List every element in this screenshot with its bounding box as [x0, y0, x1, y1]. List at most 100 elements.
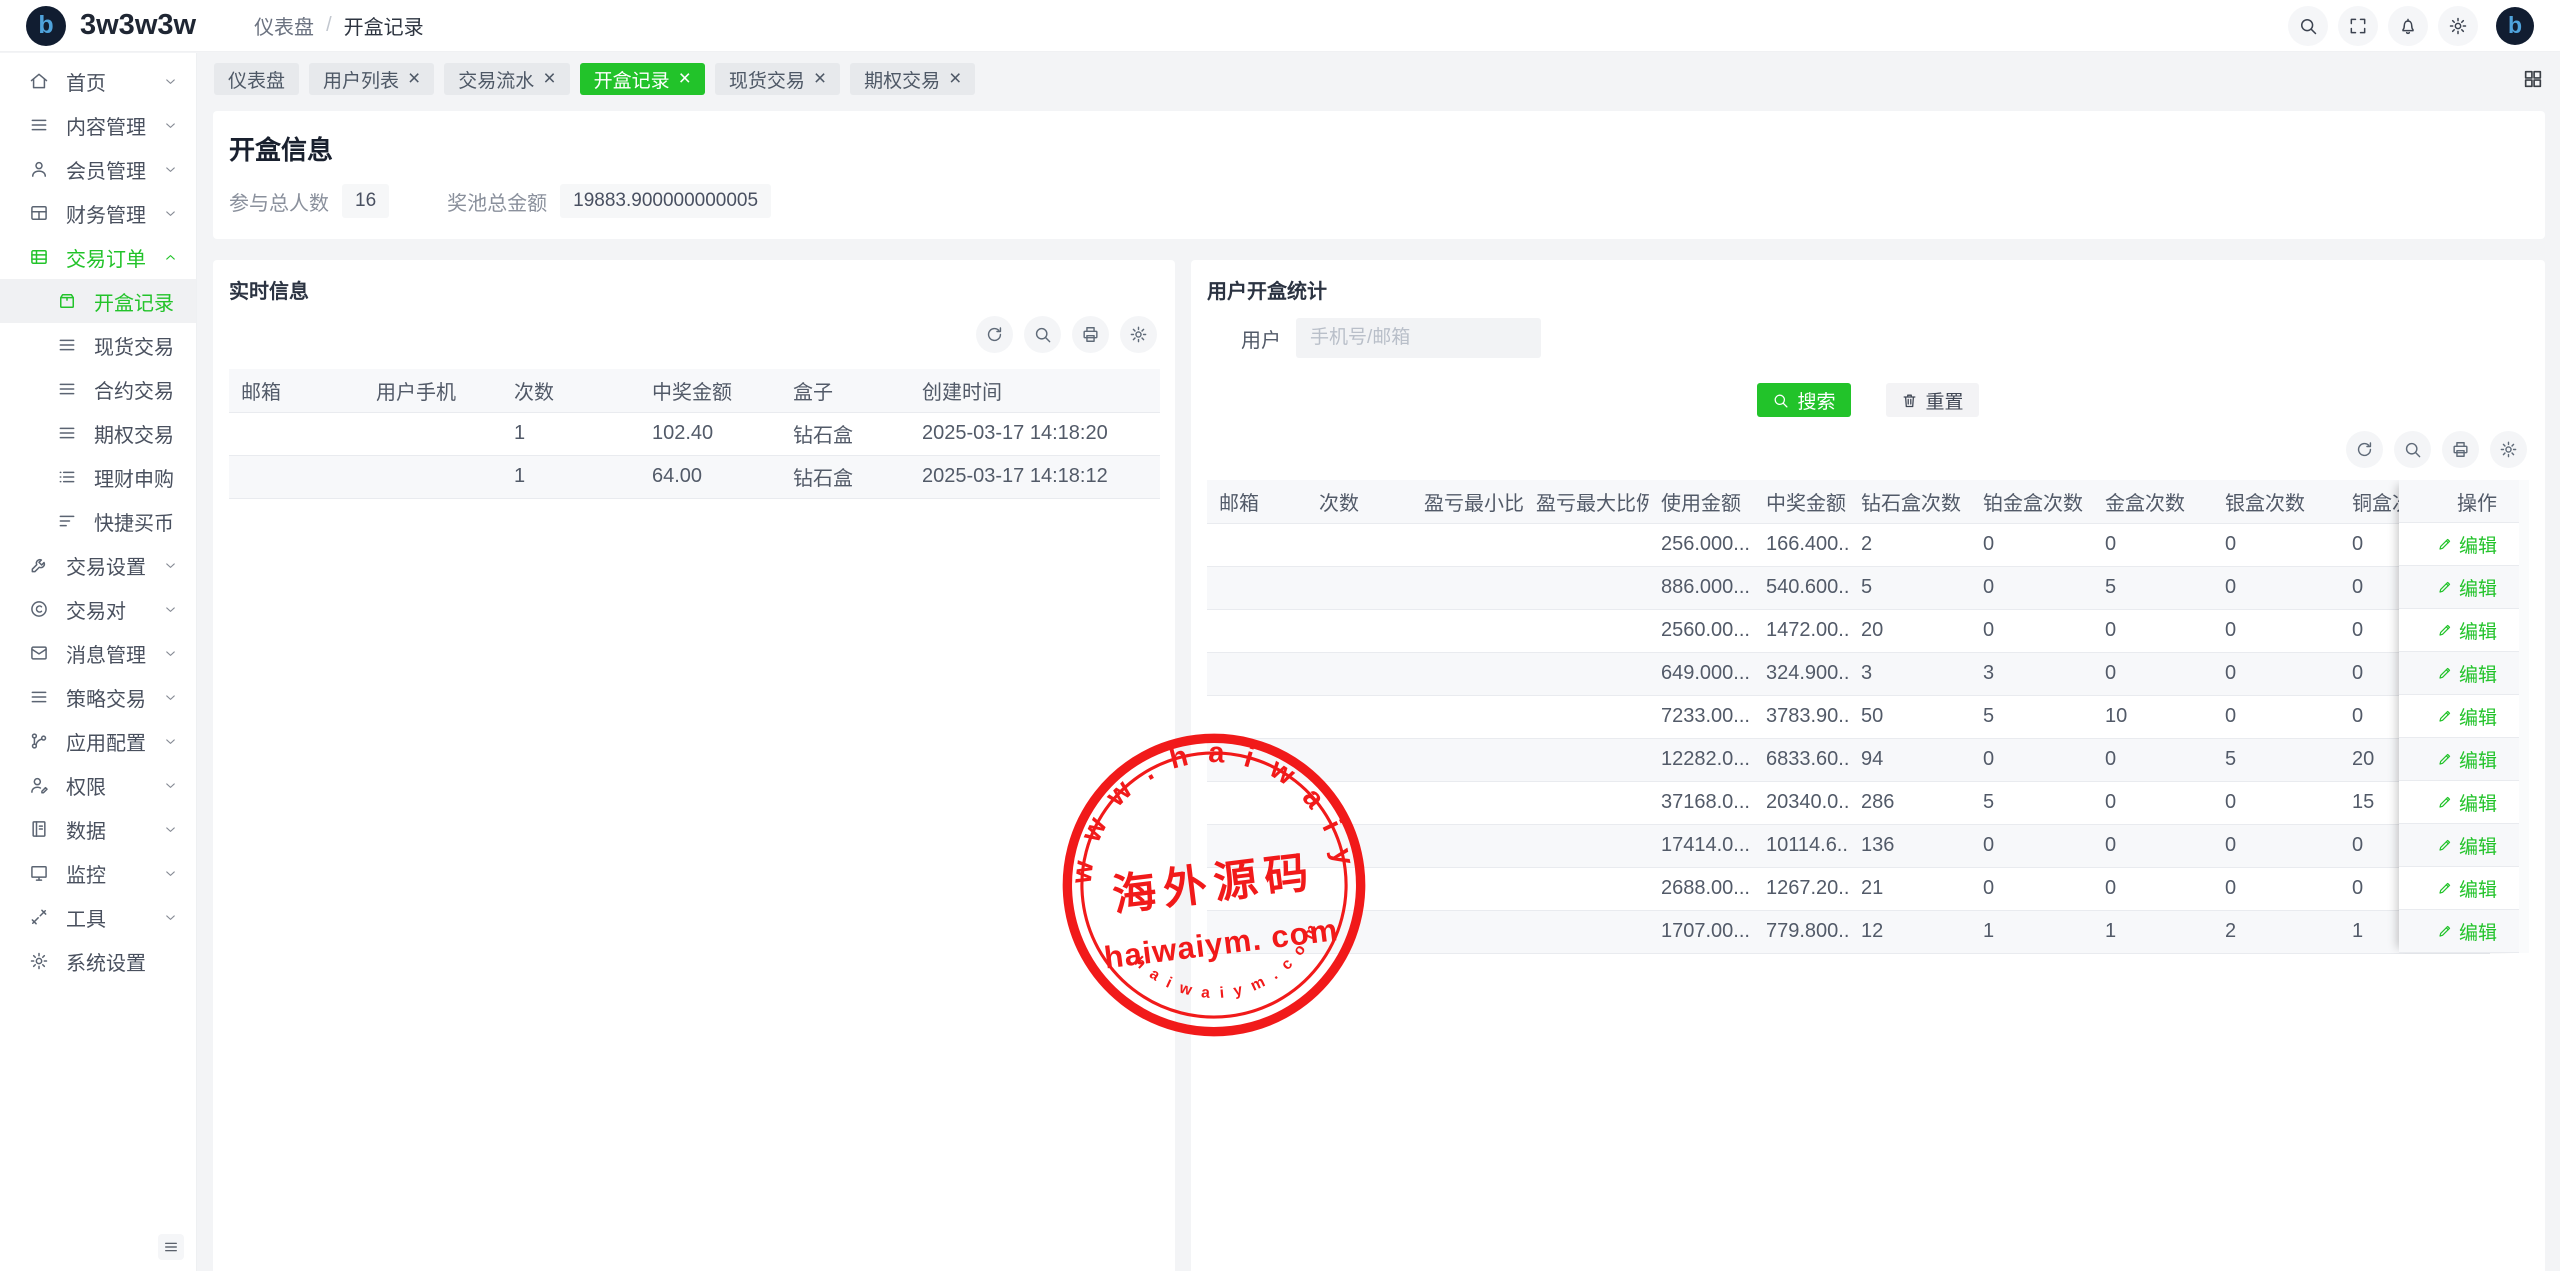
column-header: 次数 — [1307, 480, 1412, 523]
user-stats-row: 2560.00...1472.00...200000 — [1207, 609, 2490, 652]
nodes-icon — [29, 731, 49, 751]
sidebar-item-box-records[interactable]: 开盒记录 — [0, 279, 196, 323]
sidebar-item-trade-pairs[interactable]: 交易对 — [0, 587, 196, 631]
cell: 286 — [1849, 781, 1971, 824]
sidebar-item-label: 策略交易 — [66, 683, 146, 712]
tab-close-icon[interactable]: × — [408, 68, 420, 89]
cell: 0 — [2213, 609, 2340, 652]
cell: 5 — [2213, 738, 2340, 781]
cell: 5 — [1971, 695, 2093, 738]
cell — [1307, 523, 1412, 566]
tab-close-icon[interactable]: × — [679, 68, 691, 89]
fullscreen-button[interactable] — [2338, 6, 2378, 46]
sidebar-item-label: 消息管理 — [66, 639, 146, 668]
order-icon — [29, 247, 49, 267]
sidebar-item-label: 合约交易 — [94, 375, 174, 404]
sidebar-item-label: 内容管理 — [66, 111, 146, 140]
bell-button[interactable] — [2388, 6, 2428, 46]
sidebar-item-strategy[interactable]: 策略交易 — [0, 675, 196, 719]
tab-option-trade[interactable]: 期权交易× — [850, 63, 975, 95]
cell: 0 — [2093, 652, 2213, 695]
sidebar-item-label: 期权交易 — [94, 419, 174, 448]
tab-user-list[interactable]: 用户列表× — [309, 63, 434, 95]
avatar[interactable]: b — [2496, 7, 2534, 45]
sidebar-item-spot-trade[interactable]: 现货交易 — [0, 323, 196, 367]
edit-button[interactable]: 编辑 — [2437, 875, 2497, 902]
gear-button[interactable] — [1120, 316, 1157, 353]
sidebar-item-home[interactable]: 首页 — [0, 59, 196, 103]
app-logo[interactable]: b 3w3w3w — [26, 6, 196, 46]
sidebar-item-system-settings[interactable]: 系统设置 — [0, 939, 196, 983]
tab-close-icon[interactable]: × — [814, 68, 826, 89]
refresh-button[interactable] — [2346, 431, 2383, 468]
sidebar-item-data[interactable]: 数据 — [0, 807, 196, 851]
sidebar-collapse-button[interactable] — [158, 1234, 184, 1260]
sidebar-item-message[interactable]: 消息管理 — [0, 631, 196, 675]
column-header: 盈亏最大比例 — [1524, 480, 1649, 523]
cell — [1307, 609, 1412, 652]
sidebar-item-option-trade[interactable]: 期权交易 — [0, 411, 196, 455]
refresh-button[interactable] — [976, 316, 1013, 353]
tab-trade-flow[interactable]: 交易流水× — [444, 63, 569, 95]
edit-button[interactable]: 编辑 — [2437, 703, 2497, 730]
edit-button[interactable]: 编辑 — [2437, 531, 2497, 558]
gear-button[interactable] — [2438, 6, 2478, 46]
column-header: 邮箱 — [1207, 480, 1307, 523]
sidebar-item-contract-trade[interactable]: 合约交易 — [0, 367, 196, 411]
user-stats-row: 2688.00...1267.20...210000 — [1207, 867, 2490, 910]
gear-button[interactable] — [2490, 431, 2527, 468]
tab-options-icon[interactable] — [2522, 68, 2544, 90]
breadcrumb-dashboard[interactable]: 仪表盘 — [254, 11, 314, 40]
sidebar-item-permission[interactable]: 权限 — [0, 763, 196, 807]
tab-box-records[interactable]: 开盒记录× — [580, 63, 705, 95]
user-stats-title: 用户开盒统计 — [1207, 275, 2529, 304]
sidebar-item-content[interactable]: 内容管理 — [0, 103, 196, 147]
tab-close-icon[interactable]: × — [949, 68, 961, 89]
search-button[interactable] — [2394, 431, 2431, 468]
edit-button[interactable]: 编辑 — [2437, 574, 2497, 601]
printer-button[interactable] — [1072, 316, 1109, 353]
chevron-down-icon — [163, 206, 178, 221]
user-field-label: 用户 — [1207, 324, 1281, 353]
sidebar-item-trade-orders[interactable]: 交易订单 — [0, 235, 196, 279]
operation-cell: 编辑 — [2399, 566, 2519, 609]
tab-spot-trade[interactable]: 现货交易 × — [715, 63, 840, 95]
user-search-input[interactable] — [1296, 318, 1541, 358]
cell — [1207, 738, 1307, 781]
edit-button[interactable]: 编辑 — [2437, 660, 2497, 687]
printer-button[interactable] — [2442, 431, 2479, 468]
sidebar-item-label: 应用配置 — [66, 727, 146, 756]
edit-button-label: 编辑 — [2459, 574, 2497, 601]
edit-button[interactable]: 编辑 — [2437, 832, 2497, 859]
search-button[interactable]: 搜索 — [1757, 383, 1850, 417]
cell: 0 — [1971, 824, 2093, 867]
cell — [1307, 695, 1412, 738]
edit-button[interactable]: 编辑 — [2437, 918, 2497, 945]
sidebar-item-trade-settings[interactable]: 交易设置 — [0, 543, 196, 587]
logo-icon: b — [26, 6, 66, 46]
sidebar-item-app-config[interactable]: 应用配置 — [0, 719, 196, 763]
cell — [1412, 566, 1524, 609]
sidebar-item-label: 现货交易 — [94, 331, 174, 360]
cell — [1307, 652, 1412, 695]
search-button[interactable] — [2288, 6, 2328, 46]
reset-button[interactable]: 重置 — [1886, 383, 1979, 417]
sidebar-item-label: 首页 — [66, 67, 106, 96]
tab-close-icon[interactable]: × — [543, 68, 555, 89]
sidebar-item-monitor[interactable]: 监控 — [0, 851, 196, 895]
sidebar-item-quick-buy[interactable]: 快捷买币 — [0, 499, 196, 543]
sidebar-item-finance[interactable]: 财务管理 — [0, 191, 196, 235]
sidebar-item-tools[interactable]: 工具 — [0, 895, 196, 939]
cell — [1524, 652, 1649, 695]
edit-button[interactable]: 编辑 — [2437, 617, 2497, 644]
sidebar-item-wealth-purchase[interactable]: 理财申购 — [0, 455, 196, 499]
tab-dashboard[interactable]: 仪表盘 — [214, 63, 299, 95]
realtime-row: 1102.40钻石盒2025-03-17 14:18:20 — [229, 412, 1160, 455]
tab-label: 现货交易 — [729, 66, 805, 93]
edit-button[interactable]: 编辑 — [2437, 789, 2497, 816]
search-button[interactable] — [1024, 316, 1061, 353]
cell — [1412, 523, 1524, 566]
cell — [1412, 867, 1524, 910]
sidebar-item-member[interactable]: 会员管理 — [0, 147, 196, 191]
edit-button[interactable]: 编辑 — [2437, 746, 2497, 773]
